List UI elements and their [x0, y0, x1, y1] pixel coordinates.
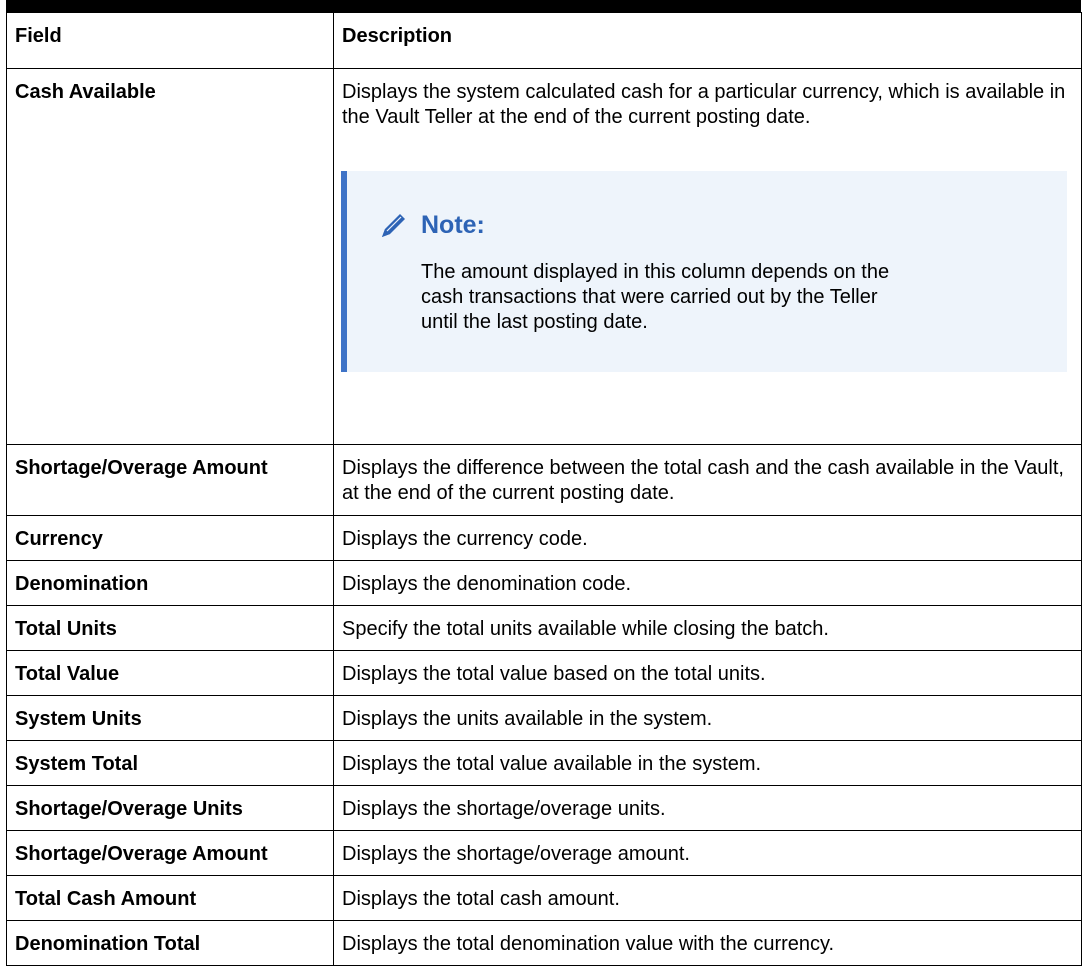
- field-name: Shortage/Overage Amount: [6, 444, 334, 516]
- field-name: Shortage/Overage Amount: [6, 830, 334, 876]
- table-row: Shortage/Overage Units Displays the shor…: [6, 785, 1082, 831]
- field-description: Displays the denomination code.: [333, 560, 1082, 606]
- note-callout: Note: The amount displayed in this colum…: [341, 171, 1067, 372]
- table-row: Total Units Specify the total units avai…: [6, 605, 1082, 651]
- field-description: Displays the total denomination value wi…: [333, 920, 1082, 966]
- field-name: Cash Available: [6, 68, 334, 445]
- field-description: Displays the currency code.: [333, 515, 1082, 561]
- note-header: Note:: [379, 208, 1067, 242]
- table-header-row: Field Description: [6, 12, 1082, 69]
- table-row: Total Value Displays the total value bas…: [6, 650, 1082, 696]
- table-row: Shortage/Overage Amount Displays the dif…: [6, 444, 1082, 516]
- field-name: Shortage/Overage Units: [6, 785, 334, 831]
- field-description: Displays the total cash amount.: [333, 875, 1082, 921]
- field-name: Total Units: [6, 605, 334, 651]
- field-name: Currency: [6, 515, 334, 561]
- document-page: Field Description Cash Available Display…: [0, 0, 1087, 966]
- field-description: Displays the shortage/overage units.: [333, 785, 1082, 831]
- table-row: System Total Displays the total value av…: [6, 740, 1082, 786]
- field-description: Displays the units available in the syst…: [333, 695, 1082, 741]
- table-row: Cash Available Displays the system calcu…: [6, 68, 1082, 445]
- pencil-icon: [382, 214, 405, 237]
- table-row: Currency Displays the currency code.: [6, 515, 1082, 561]
- description-text: Displays the system calculated cash for …: [342, 81, 1066, 128]
- note-body: The amount displayed in this column depe…: [421, 261, 890, 333]
- table-row: Denomination Total Displays the total de…: [6, 920, 1082, 966]
- table-row: Denomination Displays the denomination c…: [6, 560, 1082, 606]
- field-description: Displays the total value available in th…: [333, 740, 1082, 786]
- field-name: Denomination: [6, 560, 334, 606]
- header-field: Field: [6, 12, 334, 69]
- field-name: System Total: [6, 740, 334, 786]
- top-rule: [6, 0, 1081, 12]
- field-name: Total Value: [6, 650, 334, 696]
- table-row: Shortage/Overage Amount Displays the sho…: [6, 830, 1082, 876]
- field-description: Displays the difference between the tota…: [333, 444, 1082, 516]
- field-name: System Units: [6, 695, 334, 741]
- field-description: Specify the total units available while …: [333, 605, 1082, 651]
- field-name: Denomination Total: [6, 920, 334, 966]
- field-name: Total Cash Amount: [6, 875, 334, 921]
- table-row: System Units Displays the units availabl…: [6, 695, 1082, 741]
- field-description: Displays the system calculated cash for …: [333, 68, 1082, 445]
- field-description: Displays the shortage/overage amount.: [333, 830, 1082, 876]
- field-description-table: Field Description Cash Available Display…: [6, 12, 1082, 966]
- table-row: Total Cash Amount Displays the total cas…: [6, 875, 1082, 921]
- field-description: Displays the total value based on the to…: [333, 650, 1082, 696]
- header-description: Description: [333, 12, 1082, 69]
- note-title: Note:: [421, 210, 485, 239]
